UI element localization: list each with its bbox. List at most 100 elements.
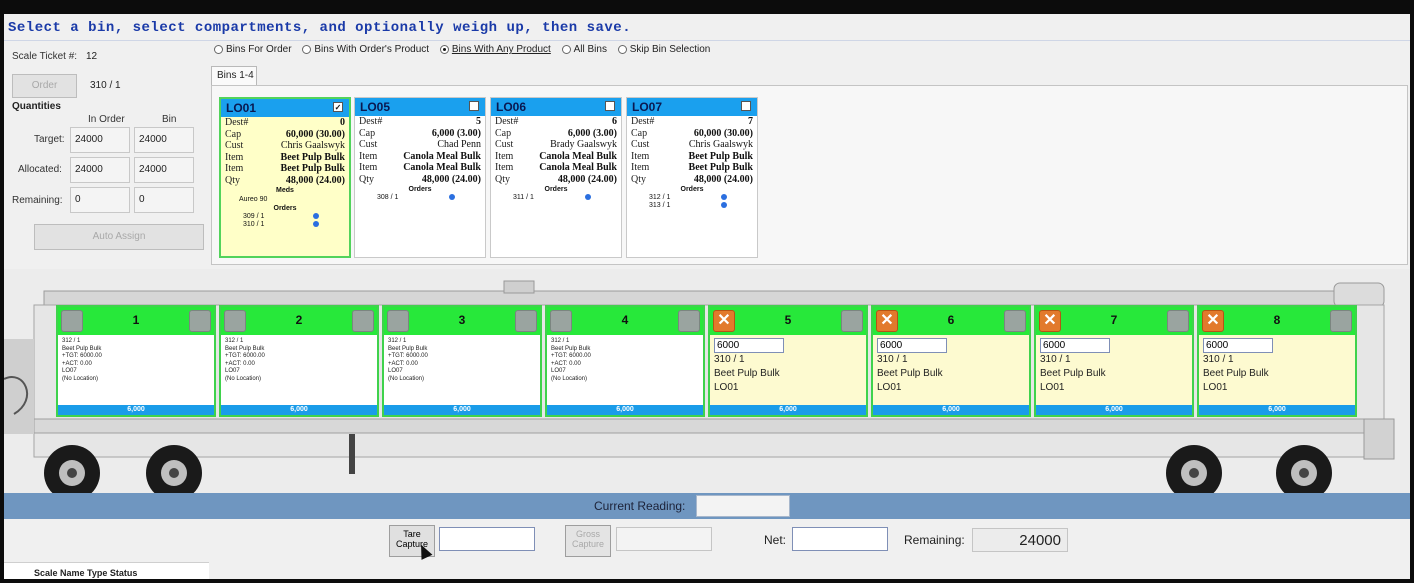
options-button[interactable] [515, 310, 537, 332]
radio-bins-with-orders-product[interactable]: Bins With Order's Product [302, 44, 429, 55]
info-icon[interactable] [721, 194, 727, 200]
radio-dot-selected [439, 45, 449, 54]
target-order-field[interactable]: 24000 [70, 127, 130, 153]
options-button[interactable] [1330, 310, 1352, 332]
col-bin: Bin [162, 114, 177, 125]
quantities-heading: Quantities [12, 101, 61, 112]
bin-key: Item [225, 163, 244, 174]
bin-card-lo05[interactable]: LO05 Dest# 5 Cap 6,000 (3.00) Cust Chad Pen… [354, 97, 486, 258]
compartment-amount-input[interactable]: 6000 [1040, 338, 1110, 353]
compartment-detail: 312 / 1 Beet Pulp Bulk +TGT: 6000.00 +ACT: … [384, 335, 540, 386]
detail-line: (No Location) [62, 375, 99, 382]
tab-bins-1-4[interactable]: Bins 1-4 [211, 66, 257, 86]
compartment-6[interactable]: ✕ 6 6000 310 / 1 Beet Pulp Bulk LO01 6,00… [871, 305, 1031, 417]
bin-key: Item [225, 151, 244, 163]
gross-capture-button[interactable]: Gross Capture [565, 525, 611, 557]
left-panel: Scale Ticket #: 12 Order 310 / 1 Quantit… [4, 44, 209, 276]
info-icon[interactable] [313, 221, 319, 227]
bin-checkbox[interactable] [469, 101, 479, 111]
order-value: 310 / 1 [90, 80, 121, 91]
compartment-product: Beet Pulp Bulk [1040, 368, 1106, 379]
compartment-header: ✕ 6 [873, 307, 1029, 335]
info-icon[interactable] [585, 194, 591, 200]
radio-all-bins[interactable]: All Bins [561, 44, 607, 55]
bin-key: Item [631, 150, 650, 162]
compartment-amount-input[interactable]: 6000 [714, 338, 784, 353]
bin-key: Qty [495, 173, 510, 185]
bin-order: 309 / 1 [243, 213, 265, 220]
compartment-5[interactable]: ✕ 5 6000 310 / 1 Beet Pulp Bulk LO01 6,00… [708, 305, 868, 417]
compartment-3[interactable]: 3 312 / 1 Beet Pulp Bulk +TGT: 6000.00 +ACT… [382, 305, 542, 417]
detail-line: +ACT: 0.00 [388, 360, 418, 367]
detail-line: LO07 [62, 368, 77, 374]
bin-cust: Chris Gaalswyk [280, 140, 345, 151]
compartment-total: 6,000 [1199, 405, 1355, 415]
bin-card-lo01[interactable]: LO01 ✓ Dest# 0 Cap 60,000 (30.00) Cust Chris… [219, 97, 351, 258]
allocated-order-field[interactable]: 24000 [70, 157, 130, 183]
detail-line: Beet Pulp Bulk [225, 345, 265, 352]
net-label: Net: [764, 533, 787, 547]
bin-checkbox[interactable] [741, 101, 751, 111]
options-button[interactable] [841, 310, 863, 332]
detail-line: +TGT: 6000.00 [551, 353, 591, 359]
compartment-total: 6,000 [58, 405, 214, 415]
bin-cust: Chad Penn [437, 139, 481, 150]
info-icon[interactable] [721, 202, 727, 208]
info-icon[interactable] [449, 194, 455, 200]
bin-order: 310 / 1 [243, 221, 265, 228]
info-icon[interactable] [313, 213, 319, 219]
bin-card-lo06[interactable]: LO06 Dest# 6 Cap 6,000 (3.00) Cust Brady Ga… [490, 97, 622, 258]
compartment-order: 310 / 1 [1203, 354, 1234, 365]
bin-header: LO05 [355, 98, 485, 116]
bin-qty: 48,000 (24.00) [421, 173, 481, 185]
remaining-bottom-label: Remaining: [904, 533, 965, 547]
tare-input[interactable] [439, 527, 535, 551]
detail-line: +ACT: 0.00 [225, 360, 255, 367]
bin-key: Cust [359, 139, 378, 150]
radio-label: Skip Bin Selection [629, 44, 711, 55]
bin-key: Cap [495, 127, 512, 139]
remaining-order-field[interactable]: 0 [70, 187, 130, 213]
compartment-bin: LO01 [877, 382, 902, 393]
bin-key: Item [631, 162, 650, 173]
bin-key: Item [359, 150, 378, 162]
options-button[interactable] [678, 310, 700, 332]
detail-line: (No Location) [551, 375, 588, 382]
gross-input[interactable] [616, 527, 712, 551]
auto-assign-button[interactable]: Auto Assign [34, 224, 204, 250]
options-button[interactable] [1167, 310, 1189, 332]
bin-key: Item [495, 162, 514, 173]
bin-checkbox[interactable]: ✓ [333, 102, 343, 112]
compartment-4[interactable]: 4 312 / 1 Beet Pulp Bulk +TGT: 6000.00 +ACT… [545, 305, 705, 417]
bin-key: Cap [225, 128, 242, 140]
compartment-detail: 312 / 1 Beet Pulp Bulk +TGT: 6000.00 +ACT: … [221, 335, 377, 386]
compartment-2[interactable]: 2 312 / 1 Beet Pulp Bulk +TGT: 6000.00 +ACT… [219, 305, 379, 417]
compartment-1[interactable]: 1 312 / 1 Beet Pulp Bulk +TGT: 6000.00 +ACT… [56, 305, 216, 417]
bin-dest: 5 [476, 116, 481, 127]
options-button[interactable] [1004, 310, 1026, 332]
radio-skip-bin-selection[interactable]: Skip Bin Selection [617, 44, 711, 55]
compartment-detail: 312 / 1 Beet Pulp Bulk +TGT: 6000.00 +ACT: … [547, 335, 703, 386]
bin-checkbox[interactable] [605, 101, 615, 111]
compartment-amount-input[interactable]: 6000 [877, 338, 947, 353]
compartment-7[interactable]: ✕ 7 6000 310 / 1 Beet Pulp Bulk LO01 6,00… [1034, 305, 1194, 417]
options-button[interactable] [352, 310, 374, 332]
order-button[interactable]: Order [12, 74, 77, 98]
compartment-8[interactable]: ✕ 8 6000 310 / 1 Beet Pulp Bulk LO01 6,00… [1197, 305, 1357, 417]
bin-header: LO07 [627, 98, 757, 116]
bin-card-lo07[interactable]: LO07 Dest# 7 Cap 60,000 (30.00) Cust Chris … [626, 97, 758, 258]
remaining-bin-field[interactable]: 0 [134, 187, 194, 213]
target-bin-field[interactable]: 24000 [134, 127, 194, 153]
bin-order: 313 / 1 [649, 202, 671, 209]
options-button[interactable] [189, 310, 211, 332]
bin-qty: 48,000 (24.00) [693, 173, 753, 185]
radio-bins-for-order[interactable]: Bins For Order [214, 44, 292, 55]
compartment-amount-input[interactable]: 6000 [1203, 338, 1273, 353]
detail-line: Beet Pulp Bulk [388, 345, 428, 352]
compartment-total: 6,000 [221, 405, 377, 415]
bin-header: LO06 [491, 98, 621, 116]
bin-item: Beet Pulp Bulk [688, 150, 753, 162]
radio-bins-with-any-product[interactable]: Bins With Any Product [439, 44, 551, 55]
net-input[interactable] [792, 527, 888, 551]
allocated-bin-field[interactable]: 24000 [134, 157, 194, 183]
